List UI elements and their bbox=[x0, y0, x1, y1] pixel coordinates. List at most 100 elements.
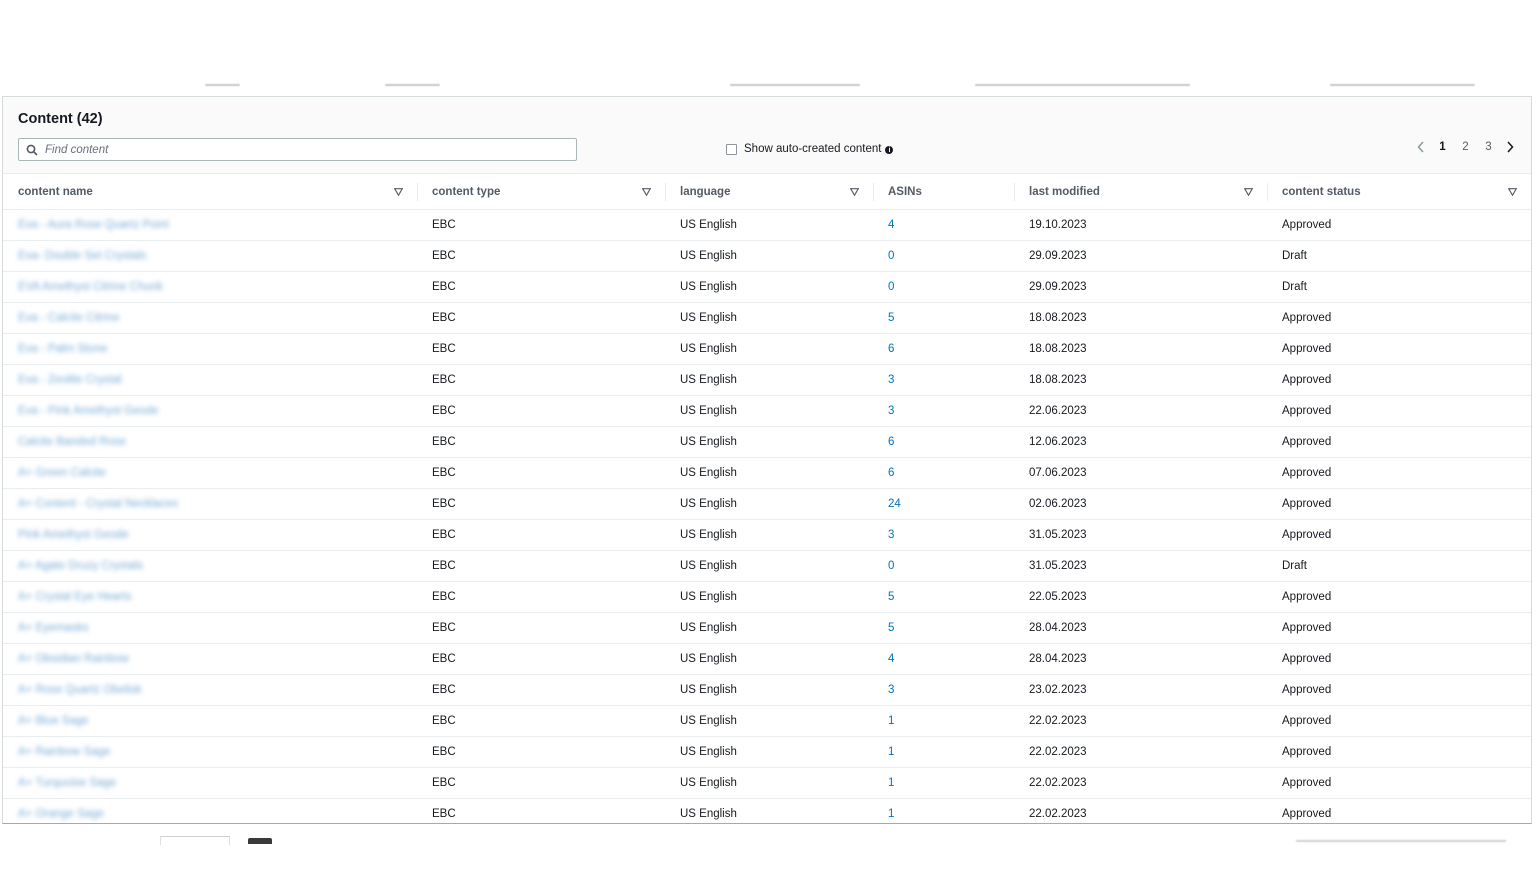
info-icon[interactable]: i bbox=[885, 146, 894, 154]
content-name-link[interactable]: Pink Amethyst Geode bbox=[3, 519, 417, 551]
asins-link[interactable]: 6 bbox=[873, 333, 1014, 365]
status-cell: Approved bbox=[1267, 705, 1531, 737]
content-name-link[interactable]: Eva- Double Set Crystals bbox=[3, 240, 417, 272]
language-cell: US English bbox=[665, 612, 873, 644]
content-name-link[interactable]: A+ Crystal Eye Hearts bbox=[3, 581, 417, 613]
col-header-content-type[interactable]: content type bbox=[417, 173, 665, 210]
asins-link[interactable]: 0 bbox=[873, 550, 1014, 582]
content-name-link[interactable]: Eva - Palm Stone bbox=[3, 333, 417, 365]
content-name-link[interactable]: A+ Turquoise Sage bbox=[3, 767, 417, 799]
content-type-cell: EBC bbox=[417, 209, 665, 241]
asins-link[interactable]: 5 bbox=[873, 581, 1014, 613]
last-modified-cell: 18.08.2023 bbox=[1014, 333, 1267, 365]
last-modified-cell: 18.08.2023 bbox=[1014, 302, 1267, 334]
status-cell: Approved bbox=[1267, 302, 1531, 334]
content-type-cell: EBC bbox=[417, 395, 665, 427]
table-row: Pink Amethyst Geode EBC US English 3 31.05.2… bbox=[3, 519, 1531, 551]
content-name-link[interactable]: Eva - Pink Amethyst Geode bbox=[3, 395, 417, 427]
search-input[interactable] bbox=[45, 143, 565, 156]
language-cell: US English bbox=[665, 457, 873, 489]
content-name-link[interactable]: Calcite Banded Rose bbox=[3, 426, 417, 458]
auto-created-checkbox[interactable] bbox=[726, 143, 737, 155]
content-name-link[interactable]: A+ Eyemasks bbox=[3, 612, 417, 644]
content-name-link[interactable]: Eva - Aura Rose Quartz Point bbox=[3, 209, 417, 241]
content-type-cell: EBC bbox=[417, 333, 665, 365]
content-type-cell: EBC bbox=[417, 643, 665, 675]
footer-dropdown[interactable] bbox=[160, 836, 230, 845]
asins-link[interactable]: 1 bbox=[873, 705, 1014, 737]
asins-link[interactable]: 4 bbox=[873, 643, 1014, 675]
table-row: A+ Orange Sage EBC US English 1 22.02.2023 Ap… bbox=[3, 799, 1531, 830]
content-type-cell: EBC bbox=[417, 550, 665, 582]
asins-link[interactable]: 24 bbox=[873, 488, 1014, 520]
content-type-cell: EBC bbox=[417, 271, 665, 303]
last-modified-cell: 31.05.2023 bbox=[1014, 550, 1267, 582]
last-modified-cell: 22.06.2023 bbox=[1014, 395, 1267, 427]
asins-link[interactable]: 5 bbox=[873, 302, 1014, 334]
content-name-link[interactable]: EVA Amethyst Citrine Chunk bbox=[3, 271, 417, 303]
content-name-link[interactable]: A+ Rainbow Sage bbox=[3, 736, 417, 768]
search-box[interactable] bbox=[18, 138, 577, 161]
asins-link[interactable]: 4 bbox=[873, 209, 1014, 241]
asins-link[interactable]: 3 bbox=[873, 364, 1014, 396]
language-cell: US English bbox=[680, 808, 737, 820]
footer-button[interactable] bbox=[248, 838, 272, 844]
content-name-link[interactable]: A+ Content - Crystal Necklaces bbox=[3, 488, 417, 520]
page-3[interactable]: 3 bbox=[1477, 141, 1500, 153]
asins-link[interactable]: 6 bbox=[873, 457, 1014, 489]
content-name-link[interactable]: A+ Orange Sage bbox=[3, 799, 417, 830]
status-cell: Approved bbox=[1267, 209, 1531, 241]
content-table: content name content type language ASINs… bbox=[3, 173, 1531, 829]
col-header-last-modified[interactable]: last modified bbox=[1014, 173, 1267, 210]
chevron-right-icon[interactable] bbox=[1500, 141, 1520, 153]
content-name-link[interactable]: Eva - Zeolite Crystal bbox=[3, 364, 417, 396]
sort-triangle-icon[interactable] bbox=[393, 187, 404, 199]
last-modified-cell: 22.02.2023 bbox=[1014, 705, 1267, 737]
status-cell: Approved bbox=[1267, 643, 1531, 675]
asins-link[interactable]: 1 bbox=[873, 767, 1014, 799]
sort-triangle-icon[interactable] bbox=[849, 187, 860, 199]
content-name-link[interactable]: A+ Agate Druzy Crystals bbox=[3, 550, 417, 582]
col-header-language[interactable]: language bbox=[665, 173, 873, 210]
page-2[interactable]: 2 bbox=[1454, 141, 1477, 153]
auto-created-toggle[interactable]: Show auto-created content i bbox=[726, 143, 894, 155]
language-cell: US English bbox=[665, 240, 873, 272]
asins-link[interactable]: 1 bbox=[873, 736, 1014, 768]
page-1[interactable]: 1 bbox=[1431, 141, 1454, 153]
table-row: A+ Obsidian Rainbow EBC US English 4 28.04.2… bbox=[3, 643, 1531, 675]
col-header-content-name[interactable]: content name bbox=[3, 173, 417, 210]
last-modified-cell: 22.05.2023 bbox=[1014, 581, 1267, 613]
asins-link[interactable]: 1 bbox=[873, 799, 1014, 830]
language-cell: US English bbox=[665, 643, 873, 675]
table-header-row: content name content type language ASINs… bbox=[3, 173, 1531, 210]
chevron-left-icon[interactable] bbox=[1411, 141, 1431, 153]
col-header-content-status[interactable]: content status bbox=[1267, 173, 1531, 210]
status-cell: Approved bbox=[1267, 581, 1531, 613]
asins-link[interactable]: 0 bbox=[873, 271, 1014, 303]
sort-triangle-icon[interactable] bbox=[1507, 187, 1518, 199]
table-row: A+ Blue Sage EBC US English 1 22.02.2023 Appr… bbox=[3, 705, 1531, 737]
content-name-link[interactable]: A+ Blue Sage bbox=[3, 705, 417, 737]
asins-link[interactable]: 0 bbox=[873, 240, 1014, 272]
asins-link[interactable]: 6 bbox=[873, 426, 1014, 458]
asins-link[interactable]: 5 bbox=[873, 612, 1014, 644]
content-name-link[interactable]: A+ Obsidian Rainbow bbox=[3, 643, 417, 675]
sort-triangle-icon[interactable] bbox=[641, 187, 652, 199]
asins-link[interactable]: 3 bbox=[873, 395, 1014, 427]
content-name-link[interactable]: Eva - Calcite Citrine bbox=[3, 302, 417, 334]
asins-link[interactable]: 3 bbox=[873, 519, 1014, 551]
table-row: Eva- Double Set Crystals EBC US English 0 29… bbox=[3, 240, 1531, 272]
status-cell: Approved bbox=[1267, 426, 1531, 458]
last-modified-cell: 22.02.2023 bbox=[1014, 767, 1267, 799]
last-modified-cell: 28.04.2023 bbox=[1014, 612, 1267, 644]
footer-copyright bbox=[1296, 840, 1506, 842]
content-type-cell: EBC bbox=[417, 736, 665, 768]
content-name-link[interactable]: A+ Green Calcite bbox=[3, 457, 417, 489]
status-cell: Approved bbox=[1267, 488, 1531, 520]
sort-triangle-icon[interactable] bbox=[1243, 187, 1254, 199]
col-header-asins: ASINs bbox=[873, 173, 1014, 210]
asins-link[interactable]: 3 bbox=[873, 674, 1014, 706]
table-row: Eva - Aura Rose Quartz Point EBC US Englis… bbox=[3, 209, 1531, 241]
content-name-link[interactable]: A+ Rose Quartz Obelisk bbox=[3, 674, 417, 706]
last-modified-cell: 18.08.2023 bbox=[1014, 364, 1267, 396]
